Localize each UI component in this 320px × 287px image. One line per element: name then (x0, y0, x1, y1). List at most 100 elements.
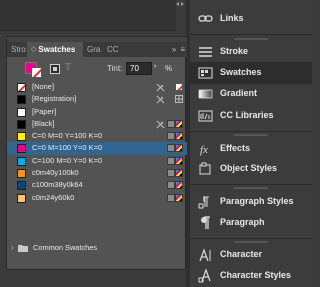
stroke-icon (199, 47, 212, 57)
character-icon (199, 248, 211, 262)
percent-label: % (165, 64, 173, 73)
dock-grip[interactable] (234, 241, 268, 243)
dock-label: CC Libraries (220, 110, 274, 120)
dock-label: Character Styles (220, 270, 292, 280)
swatch-chip (17, 169, 26, 179)
swatch-chip (17, 156, 26, 166)
swatches-icon (198, 67, 213, 79)
dock-item-cc-libraries[interactable]: CC Libraries (190, 105, 312, 127)
tint-slider-arrow-icon[interactable]: › (154, 63, 156, 70)
stroke-swatch-icon[interactable] (31, 67, 42, 78)
dock-label: Stroke (220, 46, 249, 56)
swatch-chip (17, 181, 26, 191)
process-color-icon (167, 193, 175, 202)
swatches-panel: Stro ◇ Swatches Gra CC » ≡ T Tint: 70 › … (6, 36, 187, 270)
dock-item-stroke[interactable]: Stroke (190, 41, 312, 63)
process-color-icon (167, 181, 175, 190)
paragraph-icon (201, 216, 210, 229)
tab-gradient[interactable]: Gra (83, 42, 103, 57)
divider (0, 30, 176, 31)
dock-item-character-styles[interactable]: Character Styles (190, 265, 312, 287)
panel-menu-icon[interactable]: ≡ (178, 42, 187, 57)
cc-libraries-icon (198, 110, 213, 122)
effects-icon: fx (200, 144, 208, 156)
tint-label: Tint: (107, 64, 123, 73)
tab-close-icon[interactable]: ◇ (31, 42, 36, 57)
dock-grip[interactable] (234, 38, 268, 40)
swatch-row[interactable]: c100m38y0k64 (7, 179, 187, 191)
dock-label: Swatches (220, 67, 262, 77)
character-styles-icon (198, 269, 211, 283)
dock-item-effects[interactable]: fx Effects (190, 138, 312, 160)
swatch-controls: T Tint: 70 › % (7, 58, 187, 80)
tab-stroke[interactable]: Stro (7, 42, 27, 57)
cmyk-mode-icon (175, 193, 183, 202)
swatch-row[interactable]: C=0 M=0 Y=100 K=0 (7, 130, 187, 142)
paragraph-styles-icon (198, 196, 209, 209)
divider (190, 34, 312, 35)
cmyk-mode-icon (175, 119, 183, 128)
color-group-common-swatches[interactable]: › Common Swatches (7, 242, 187, 254)
non-editable-icon (156, 83, 165, 92)
swatch-chip (17, 193, 26, 203)
color-group-label: Common Swatches (33, 243, 98, 252)
dock-grip[interactable] (234, 187, 268, 189)
dock-grip[interactable] (234, 134, 268, 136)
swatch-row[interactable]: [Paper] (7, 106, 187, 118)
tab-cc-libraries[interactable]: CC (103, 42, 127, 57)
swatch-name: [None] (32, 82, 55, 91)
cmyk-mode-icon (175, 144, 183, 153)
dock-item-gradient[interactable]: Gradient (190, 83, 312, 105)
swatch-row[interactable]: c0m40y100k0 (7, 167, 187, 179)
dock-item-swatches[interactable]: Swatches (190, 62, 312, 84)
swatch-name: C=100 M=0 Y=0 K=0 (32, 155, 103, 165)
tab-overflow-icon[interactable]: » (170, 42, 178, 57)
process-color-icon (167, 156, 175, 165)
fill-stroke-proxy[interactable] (25, 62, 47, 78)
swatch-row[interactable]: [Black] (7, 118, 187, 130)
dock-item-paragraph[interactable]: Paragraph (190, 212, 312, 234)
swatch-name: [Registration] (32, 94, 77, 104)
dock-item-links[interactable]: Links (190, 8, 312, 30)
collapsed-panel-dock: Links Stroke Swatches Gradient CC Librar… (190, 0, 312, 287)
swatch-name: c0m24y60k0 (32, 192, 75, 202)
swatch-name: c100m38y0k64 (32, 180, 83, 190)
process-color-icon (167, 132, 175, 141)
chevron-right-icon[interactable]: › (11, 243, 14, 252)
dock-item-object-styles[interactable]: Object Styles (190, 158, 312, 180)
swatch-name: C=0 M=100 Y=0 K=0 (32, 143, 103, 153)
dock-label: Gradient (220, 88, 258, 98)
process-color-icon (167, 119, 175, 128)
swatch-name: C=0 M=0 Y=100 K=0 (32, 131, 103, 141)
tab-swatches[interactable]: ◇ Swatches (27, 42, 83, 57)
tint-input[interactable]: 70 (126, 62, 152, 75)
dock-label: Paragraph Styles (220, 196, 294, 206)
svg-text:fx: fx (200, 144, 208, 156)
dock-label: Paragraph (220, 217, 265, 227)
swatch-chip (17, 107, 26, 117)
swatch-row[interactable]: c0m24y60k0 (7, 192, 187, 204)
swatch-name: [Paper] (32, 106, 57, 116)
gradient-icon (198, 89, 213, 99)
non-editable-icon (156, 95, 165, 104)
swatch-row[interactable]: [None] (7, 81, 187, 93)
dock-label: Object Styles (220, 163, 278, 173)
document-area-top (0, 0, 176, 30)
panel-tab-bar: Stro ◇ Swatches Gra CC » ≡ (7, 42, 187, 57)
cmyk-mode-icon (175, 156, 183, 165)
non-editable-icon (156, 120, 165, 129)
collapse-arrows-icon[interactable] (176, 2, 184, 6)
swatch-row-selected[interactable]: C=0 M=100 Y=0 K=0 (7, 142, 187, 155)
swatch-name: [Black] (32, 118, 55, 128)
swatch-row[interactable]: C=100 M=0 Y=0 K=0 (7, 155, 187, 167)
swatch-row[interactable]: [Registration] (7, 93, 187, 105)
formatting-text-icon[interactable]: T (65, 62, 71, 73)
dock-item-character[interactable]: Character (190, 244, 312, 266)
process-color-icon (167, 144, 175, 153)
none-type-icon (175, 83, 183, 91)
divider (190, 238, 312, 239)
swatch-chip (17, 144, 26, 154)
dock-item-paragraph-styles[interactable]: Paragraph Styles (190, 191, 312, 213)
divider (190, 131, 312, 132)
formatting-container-icon[interactable] (50, 64, 60, 74)
